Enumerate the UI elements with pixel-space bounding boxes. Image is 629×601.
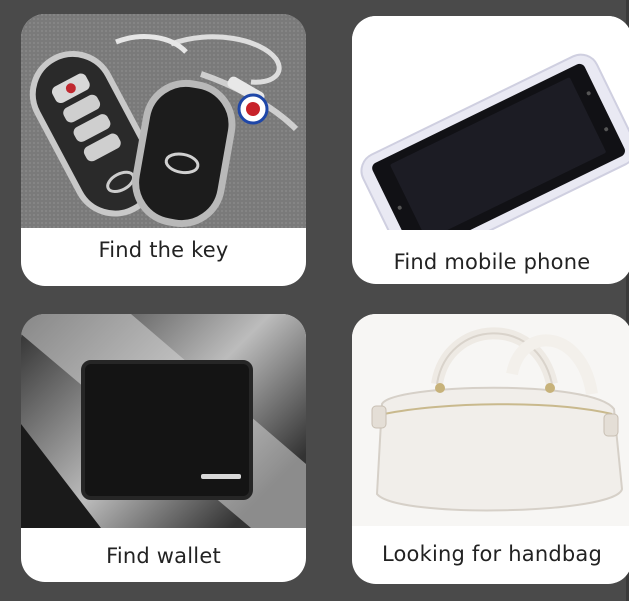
handbag-image xyxy=(352,314,629,526)
find-key-label: Find the key xyxy=(98,238,229,262)
smartphone-image xyxy=(352,16,629,266)
find-key-card[interactable]: Find the key xyxy=(21,14,306,286)
find-phone-card[interactable]: Find mobile phone xyxy=(352,16,629,284)
wallet-image xyxy=(21,314,306,528)
car-key-fob-image xyxy=(21,14,306,228)
find-wallet-label: Find wallet xyxy=(106,544,221,568)
find-wallet-card[interactable]: Find wallet xyxy=(21,314,306,582)
content-panel: Find the key Find mobile phone Find wall… xyxy=(0,0,629,601)
find-phone-label: Find mobile phone xyxy=(393,250,591,274)
find-handbag-card[interactable]: Looking for handbag xyxy=(352,314,629,584)
find-handbag-label: Looking for handbag xyxy=(381,542,603,566)
